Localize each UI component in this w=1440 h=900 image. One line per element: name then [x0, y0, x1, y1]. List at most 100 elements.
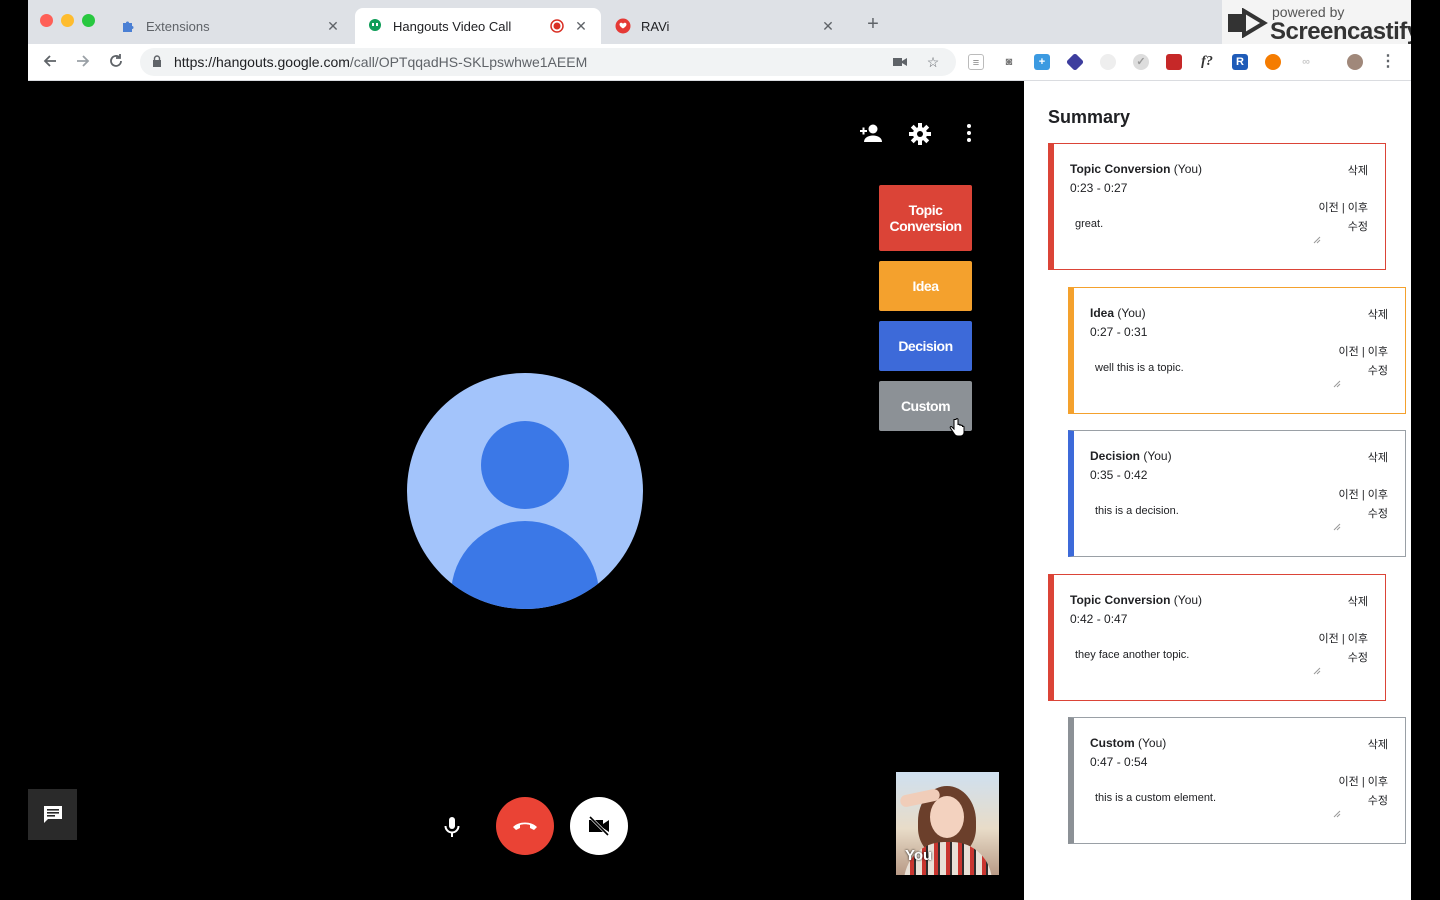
link-extension-icon[interactable]: ∞ [1298, 54, 1314, 70]
forward-arrow-icon[interactable] [71, 51, 95, 75]
decision-button[interactable]: Decision [879, 321, 972, 371]
tab-extensions[interactable]: Extensions ✕ [108, 8, 353, 44]
resize-handle-icon[interactable] [1333, 380, 1341, 388]
summary-panel: Summary Topic Conversion (You) 0:23 - 0:… [1024, 81, 1411, 900]
card-delete-link[interactable]: 삭제 [1368, 306, 1388, 322]
card-time: 0:42 - 0:47 [1070, 612, 1128, 626]
card-header: Custom (You) [1090, 736, 1166, 750]
resize-handle-icon[interactable] [1333, 523, 1341, 531]
summary-card: Custom (You) 0:47 - 0:54 삭제 이전 | 이후 수정 t… [1068, 717, 1406, 844]
screencastify-brand-text: Screencastify [1270, 18, 1411, 45]
tab-ravi[interactable]: RAVi ✕ [603, 8, 848, 44]
book-extension-icon[interactable] [1166, 54, 1182, 70]
card-prev-next-link[interactable]: 이전 | 이후 [1319, 199, 1368, 215]
resize-handle-icon[interactable] [1313, 236, 1321, 244]
window-maximize-button[interactable] [82, 14, 95, 27]
tab-strip: Extensions ✕ Hangouts Video Call ✕ RAVi … [28, 0, 1411, 45]
url-host: https://hangouts.google.com [174, 54, 350, 70]
card-delete-link[interactable]: 삭제 [1368, 449, 1388, 465]
new-tab-button[interactable]: + [861, 12, 885, 36]
microphone-button[interactable] [439, 814, 465, 840]
card-type: Idea [1090, 306, 1115, 320]
card-time: 0:27 - 0:31 [1090, 325, 1148, 339]
back-arrow-icon[interactable] [38, 51, 62, 75]
card-delete-link[interactable]: 삭제 [1368, 736, 1388, 752]
resize-handle-icon[interactable] [1333, 810, 1341, 818]
self-view-label: You [905, 847, 933, 864]
more-vert-icon[interactable]: ⋮ [1380, 54, 1396, 70]
summary-card: Topic Conversion (You) 0:42 - 0:47 삭제 이전… [1048, 574, 1386, 701]
card-prev-next-link[interactable]: 이전 | 이후 [1339, 773, 1388, 789]
hang-up-button[interactable] [496, 797, 554, 855]
self-video-thumbnail[interactable]: You [896, 772, 999, 875]
card-edit-link[interactable]: 수정 [1348, 218, 1368, 234]
tab-hangouts[interactable]: Hangouts Video Call ✕ [355, 8, 601, 44]
summary-card: Idea (You) 0:27 - 0:31 삭제 이전 | 이후 수정 wel… [1068, 287, 1406, 414]
tab-close-icon[interactable]: ✕ [820, 18, 836, 34]
card-type: Custom [1090, 736, 1135, 750]
layers-extension-icon[interactable] [1065, 52, 1085, 72]
more-options-icon[interactable] [956, 123, 982, 149]
formula-extension-icon[interactable]: f? [1199, 54, 1215, 70]
topic-conversion-button[interactable]: Topic Conversion [879, 185, 972, 251]
screencastify-logo-icon [1228, 8, 1268, 38]
card-prev-next-link[interactable]: 이전 | 이후 [1339, 486, 1388, 502]
card-text[interactable]: great. [1075, 218, 1103, 230]
url-text: https://hangouts.google.com/call/OPTqqad… [174, 54, 587, 70]
participant-avatar [407, 373, 643, 609]
tab-title: Hangouts Video Call [393, 18, 512, 34]
card-author: (You) [1117, 306, 1146, 320]
card-text[interactable]: well this is a topic. [1095, 362, 1184, 374]
reload-icon[interactable] [104, 51, 128, 75]
card-text[interactable]: this is a custom element. [1095, 792, 1216, 804]
camera-toggle-button[interactable] [570, 797, 628, 855]
recording-icon [549, 18, 565, 34]
card-edit-link[interactable]: 수정 [1348, 649, 1368, 665]
address-bar[interactable]: https://hangouts.google.com/call/OPTqqad… [140, 48, 956, 76]
screencastify-badge: powered by Screencastify [1222, 0, 1411, 45]
settings-gear-icon[interactable] [907, 123, 933, 149]
card-time: 0:23 - 0:27 [1070, 181, 1128, 195]
window-close-button[interactable] [40, 14, 53, 27]
card-author: (You) [1138, 736, 1167, 750]
card-edit-link[interactable]: 수정 [1368, 792, 1388, 808]
add-person-icon[interactable] [858, 123, 884, 149]
ravi-icon [615, 18, 631, 34]
card-delete-link[interactable]: 삭제 [1348, 593, 1368, 609]
card-header: Decision (You) [1090, 449, 1172, 463]
check-extension-icon[interactable]: ✓ [1133, 54, 1149, 70]
card-type: Topic Conversion [1070, 593, 1171, 607]
r-extension-icon[interactable]: R [1232, 54, 1248, 70]
tab-close-icon[interactable]: ✕ [325, 18, 341, 34]
window-minimize-button[interactable] [61, 14, 74, 27]
card-prev-next-link[interactable]: 이전 | 이후 [1319, 630, 1368, 646]
tab-title: Extensions [146, 18, 210, 34]
card-prev-next-link[interactable]: 이전 | 이후 [1339, 343, 1388, 359]
idea-button[interactable]: Idea [879, 261, 972, 311]
bookmark-star-icon[interactable]: ☆ [925, 54, 941, 70]
tab-title: RAVi [641, 18, 670, 34]
resize-handle-icon[interactable] [1313, 667, 1321, 675]
reader-extension-icon[interactable]: ≡ [968, 54, 984, 70]
tab-close-icon[interactable]: ✕ [573, 18, 589, 34]
avatar-head-shape [481, 421, 569, 509]
avatar-body-shape [451, 521, 599, 609]
video-call-area: Topic Conversion Idea Decision Custom Yo… [28, 81, 1024, 900]
profile-avatar[interactable] [1347, 54, 1363, 70]
self-view-face-shape [930, 796, 964, 838]
plus-extension-icon[interactable]: + [1034, 54, 1050, 70]
card-edit-link[interactable]: 수정 [1368, 505, 1388, 521]
orange-extension-icon[interactable] [1265, 54, 1281, 70]
card-type: Topic Conversion [1070, 162, 1171, 176]
chat-button[interactable] [28, 789, 77, 840]
phone-hangup-icon [513, 822, 537, 830]
camera-off-icon [588, 815, 610, 837]
card-delete-link[interactable]: 삭제 [1348, 162, 1368, 178]
circle-extension-icon[interactable] [1100, 54, 1116, 70]
card-text[interactable]: they face another topic. [1075, 649, 1189, 661]
card-author: (You) [1143, 449, 1172, 463]
card-edit-link[interactable]: 수정 [1368, 362, 1388, 378]
screenshot-extension-icon[interactable]: ◙ [1001, 54, 1017, 70]
camera-icon[interactable] [892, 54, 908, 70]
card-text[interactable]: this is a decision. [1095, 505, 1179, 517]
